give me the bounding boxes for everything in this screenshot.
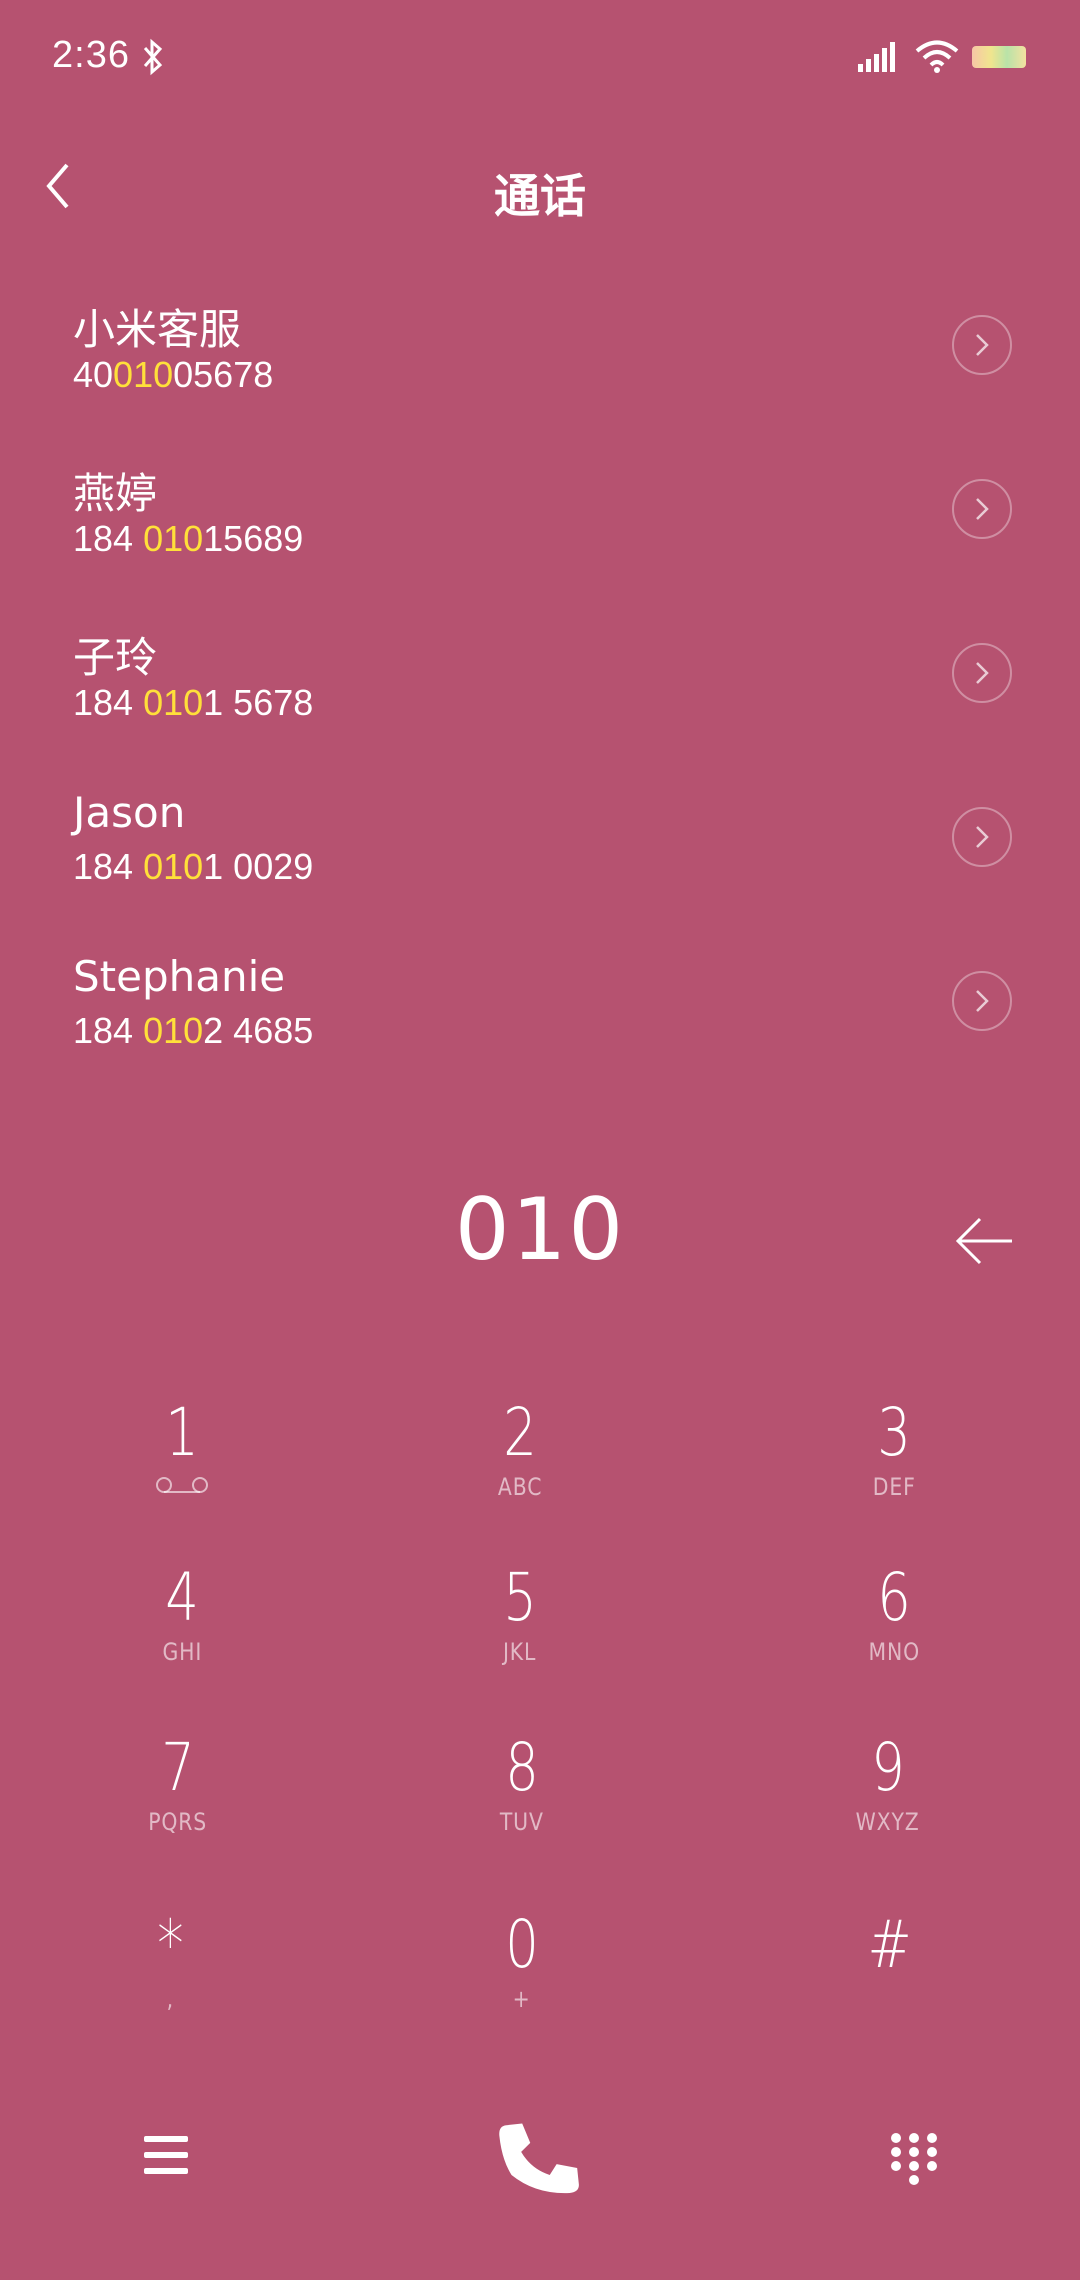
backspace-arrow-icon bbox=[955, 1217, 1012, 1265]
contact-detail-button[interactable] bbox=[952, 971, 1012, 1031]
key-8[interactable]: 8 TUV bbox=[402, 1730, 642, 1880]
backspace-button[interactable] bbox=[950, 1206, 1020, 1276]
key-7[interactable]: 7 PQRS bbox=[58, 1730, 298, 1880]
key-digit: 3 bbox=[877, 1394, 911, 1471]
contact-detail-button[interactable] bbox=[952, 479, 1012, 539]
contact-number: 4001005678 bbox=[73, 354, 274, 395]
contact-name: 子玲 bbox=[73, 633, 158, 682]
contact-detail-button[interactable] bbox=[952, 315, 1012, 375]
key-digit: # bbox=[867, 1906, 913, 1983]
key-9[interactable]: 9 WXYZ bbox=[768, 1730, 1008, 1880]
signal-icon bbox=[858, 42, 895, 72]
key-digit: 4 bbox=[165, 1559, 199, 1636]
key-letters: + bbox=[513, 1985, 531, 2013]
matched-digits: 010 bbox=[143, 518, 204, 559]
contact-name: 燕婷 bbox=[73, 469, 158, 518]
chevron-right-icon bbox=[976, 498, 989, 520]
contact-name: Jason bbox=[73, 788, 186, 837]
key-digit: 0 bbox=[505, 1906, 539, 1983]
dial-input[interactable]: 010 bbox=[0, 1180, 1080, 1280]
chevron-right-icon bbox=[976, 334, 989, 356]
menu-icon bbox=[144, 2136, 188, 2174]
key-3[interactable]: 3 DEF bbox=[774, 1395, 1014, 1545]
key-digit: 5 bbox=[503, 1559, 537, 1636]
contact-number: 184 01015689 bbox=[73, 518, 304, 559]
wifi-icon bbox=[915, 40, 959, 73]
voicemail-icon bbox=[156, 1477, 208, 1493]
matched-digits: 010 bbox=[143, 846, 204, 887]
contact-detail-button[interactable] bbox=[952, 643, 1012, 703]
key-letters: GHI bbox=[162, 1638, 202, 1666]
contact-item[interactable]: 子玲 184 0101 5678 bbox=[0, 608, 1080, 772]
key-digit: 9 bbox=[871, 1729, 905, 1806]
key-1[interactable]: 1 bbox=[62, 1395, 302, 1545]
key-4[interactable]: 4 GHI bbox=[62, 1560, 302, 1710]
keypad-toggle-button[interactable] bbox=[886, 2130, 942, 2186]
key-0[interactable]: 0 + bbox=[402, 1907, 642, 2057]
chevron-right-icon bbox=[976, 990, 989, 1012]
contact-detail-button[interactable] bbox=[952, 807, 1012, 867]
matched-digits: 010 bbox=[143, 1010, 204, 1051]
key-digit: 6 bbox=[877, 1559, 911, 1636]
contact-number: 184 0101 5678 bbox=[73, 682, 314, 723]
contact-item[interactable]: Stephanie 184 0102 4685 bbox=[0, 936, 1080, 1100]
key-letters: MNO bbox=[868, 1638, 920, 1666]
key-6[interactable]: 6 MNO bbox=[774, 1560, 1014, 1710]
matched-digits: 010 bbox=[113, 354, 174, 395]
dialer-screen: 2:36 通话 小米客服 4001005678 燕婷 1 84 01015689 … bbox=[0, 0, 1080, 2280]
call-button[interactable] bbox=[496, 2116, 582, 2202]
contact-item[interactable]: Jason 184 0101 0029 bbox=[0, 772, 1080, 936]
key-2[interactable]: 2 ABC bbox=[400, 1395, 640, 1545]
key-5[interactable]: 5 JKL bbox=[400, 1560, 640, 1710]
contact-list: 小米客服 4001005678 燕婷 184 01015689 子玲 184 0… bbox=[0, 280, 1080, 1100]
contact-item[interactable]: 小米客服 4001005678 bbox=[0, 280, 1080, 444]
key-letters: DEF bbox=[872, 1473, 916, 1501]
contact-name: Stephanie bbox=[73, 952, 286, 1001]
key-letters: PQRS bbox=[148, 1808, 208, 1836]
phone-icon bbox=[499, 2123, 579, 2194]
key-digit: 8 bbox=[505, 1729, 539, 1806]
key-letters: WXYZ bbox=[856, 1808, 920, 1836]
key-letters: JKL bbox=[503, 1638, 537, 1666]
chevron-right-icon bbox=[976, 826, 989, 848]
key-letters: TUV bbox=[500, 1808, 544, 1836]
bluetooth-icon bbox=[143, 38, 163, 76]
dialpad-icon bbox=[891, 2133, 937, 2185]
key-letters: , bbox=[166, 1985, 174, 2013]
contact-item[interactable]: 燕婷 184 01015689 bbox=[0, 444, 1080, 608]
key-digit: 1 bbox=[165, 1394, 199, 1471]
key-letters: ABC bbox=[497, 1473, 543, 1501]
page-title: 通话 bbox=[494, 169, 586, 223]
matched-digits: 010 bbox=[143, 682, 204, 723]
menu-button[interactable] bbox=[136, 2130, 196, 2182]
key-star[interactable]: * , bbox=[50, 1907, 290, 2057]
status-time: 2:36 bbox=[52, 34, 130, 76]
key-digit: 2 bbox=[503, 1394, 537, 1471]
contact-number: 184 0101 0029 bbox=[73, 846, 314, 887]
contact-name: 小米客服 bbox=[73, 305, 242, 354]
key-digit: * bbox=[156, 1906, 184, 1983]
key-hash[interactable]: # bbox=[770, 1907, 1010, 2057]
chevron-right-icon bbox=[976, 662, 989, 684]
battery-icon bbox=[972, 46, 1026, 68]
key-digit: 7 bbox=[161, 1729, 195, 1806]
contact-number: 184 0102 4685 bbox=[73, 1010, 314, 1051]
